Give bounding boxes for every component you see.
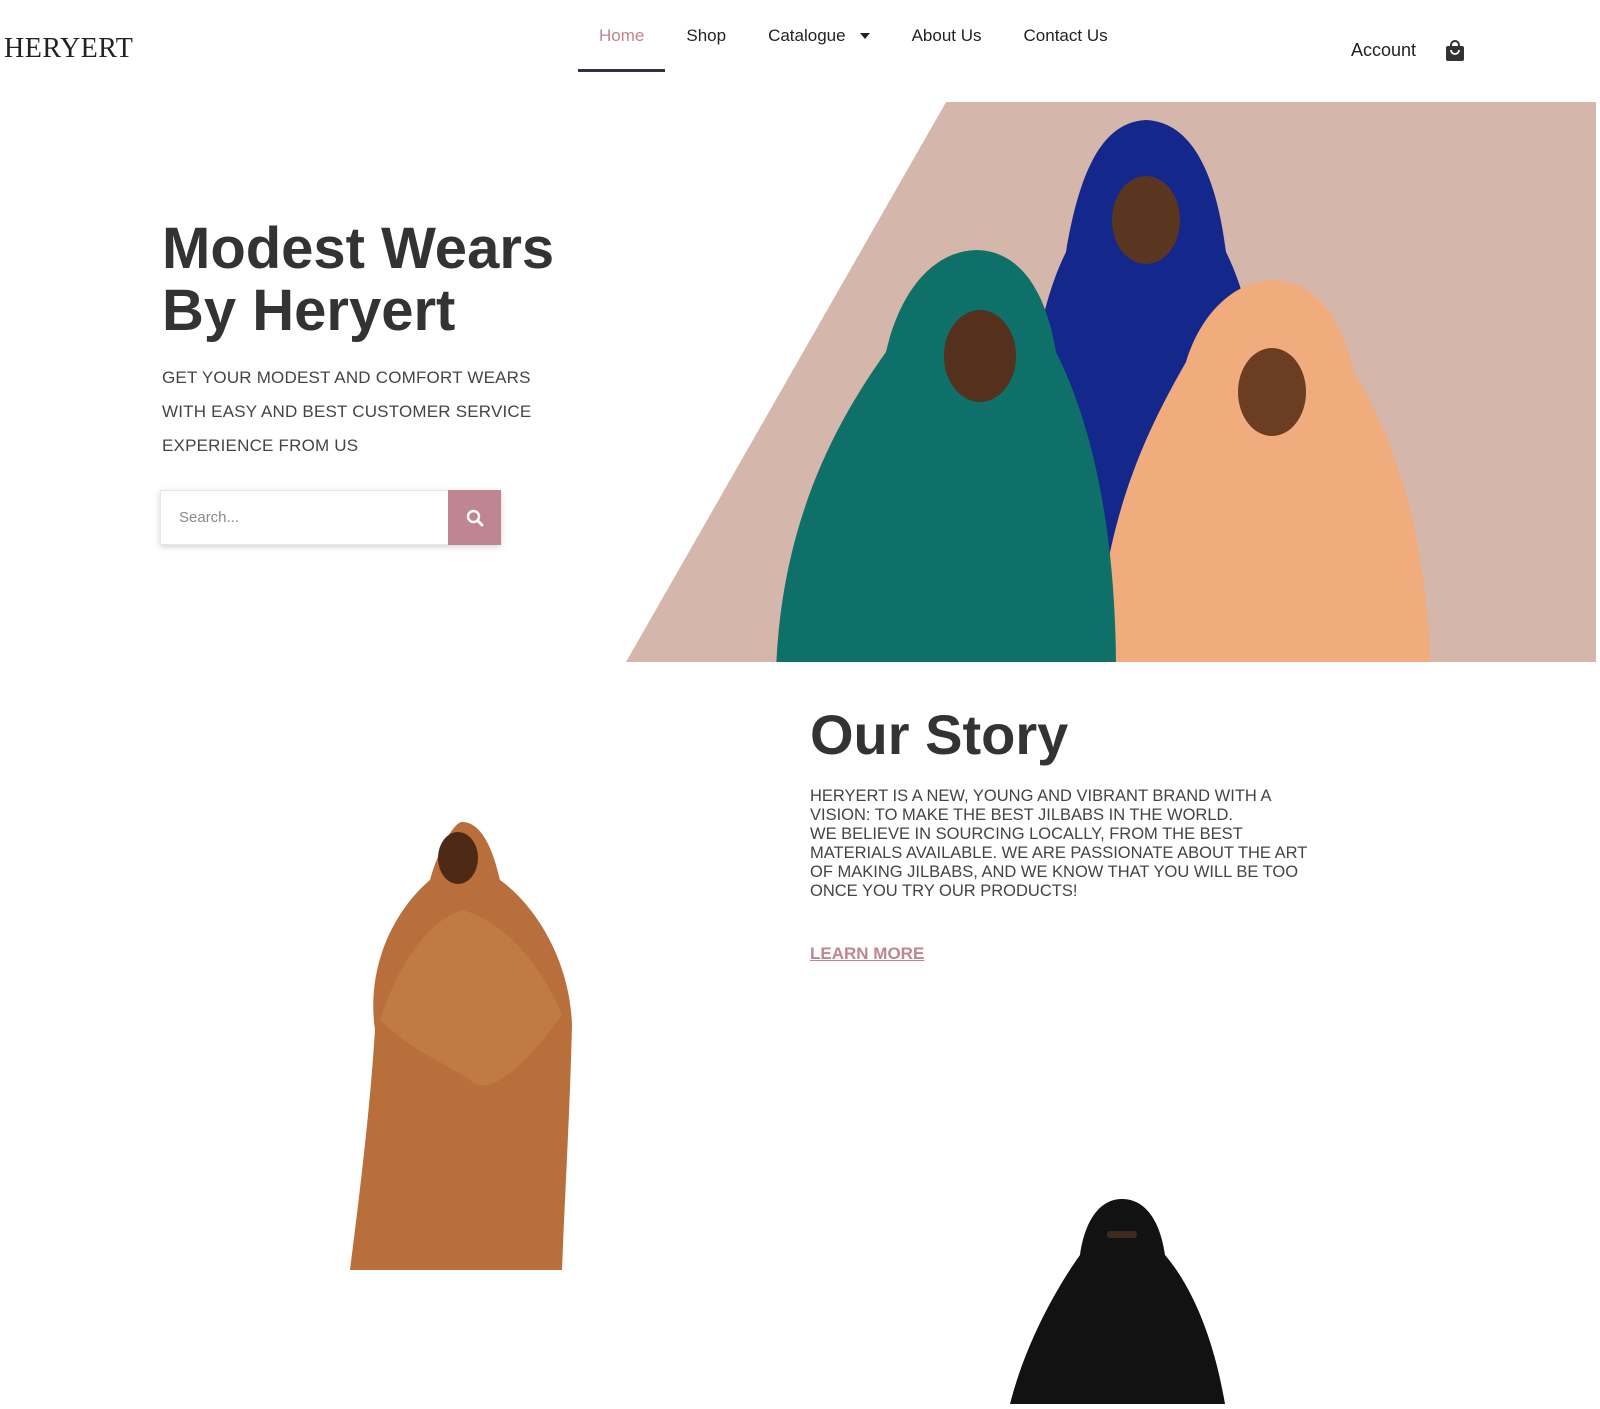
nav-item-catalogue[interactable]: Catalogue <box>747 0 891 72</box>
site-logo[interactable]: HERYERT <box>4 33 133 65</box>
shopping-bag-icon[interactable] <box>1445 40 1465 62</box>
nav-item-home[interactable]: Home <box>578 0 666 72</box>
caret-down-icon <box>859 33 870 39</box>
nav-item-label: Contact Us <box>1023 26 1108 45</box>
nav-item-contact-us[interactable]: Contact Us <box>1003 0 1129 72</box>
learn-more-link[interactable]: LEARN MORE <box>810 944 924 964</box>
hero-subtitle-line: EXPERIENCE FROM US <box>162 436 359 455</box>
search-button[interactable] <box>448 490 501 545</box>
hero-subtitle-line: WITH EASY AND BEST CUSTOMER SERVICE <box>162 402 532 421</box>
story-text: HERYERT IS A NEW, YOUNG AND VIBRANT BRAN… <box>810 787 1308 900</box>
nav-item-about-us[interactable]: About Us <box>891 0 1003 72</box>
nav-item-label: Catalogue <box>768 26 846 45</box>
hero-subtitle-line: GET YOUR MODEST AND COMFORT WEARS <box>162 368 531 387</box>
search-form <box>160 490 501 545</box>
hero-subtitle: GET YOUR MODEST AND COMFORT WEARS WITH E… <box>162 361 582 463</box>
story-title: Our Story <box>810 703 1069 766</box>
search-icon <box>466 509 483 526</box>
hero-image <box>626 102 1596 662</box>
model-image-tan-jilbab <box>340 810 580 1285</box>
account-link[interactable]: Account <box>1351 40 1416 61</box>
site-header: HERYERT Home Shop Catalogue About Us Con… <box>0 0 1600 100</box>
nav-item-label: Shop <box>686 26 727 45</box>
model-image-black-niqab <box>1010 1195 1230 1409</box>
search-input[interactable] <box>160 490 448 545</box>
nav-item-label: About Us <box>911 26 982 45</box>
main-nav: Home Shop Catalogue About Us Contact Us <box>578 0 1129 100</box>
nav-item-shop[interactable]: Shop <box>665 0 747 72</box>
nav-item-label: Home <box>599 26 645 45</box>
hero-title: Modest Wears By Heryert <box>162 216 555 343</box>
